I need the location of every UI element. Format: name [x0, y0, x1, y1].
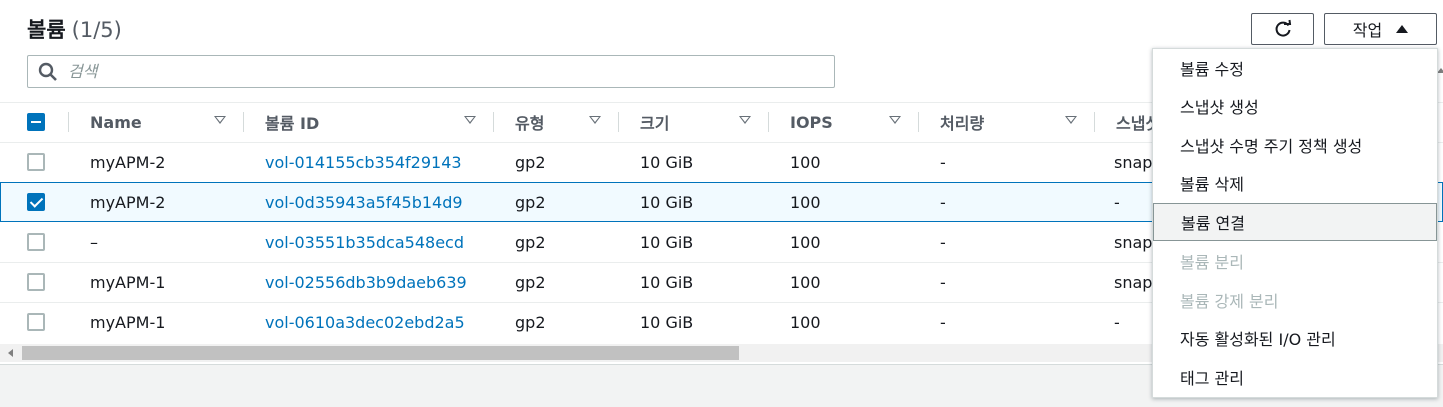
- sort-icon[interactable]: [889, 116, 901, 124]
- column-header-throughput[interactable]: 처리량: [940, 102, 984, 142]
- cell-type: gp2: [515, 312, 546, 332]
- cell-throughput: -: [940, 312, 946, 332]
- row-checkbox[interactable]: [27, 273, 45, 291]
- menu-item-detach-volume: 볼륨 분리: [1180, 253, 1244, 272]
- sort-icon[interactable]: [214, 116, 226, 124]
- cell-iops: 100: [790, 232, 821, 252]
- cell-size: 10 GiB: [640, 192, 694, 212]
- column-separator: [768, 112, 769, 132]
- column-separator: [1094, 112, 1095, 132]
- cell-snapshot: -: [1114, 192, 1120, 212]
- column-separator: [618, 112, 619, 132]
- scrollbar-thumb[interactable]: [22, 346, 739, 360]
- cell-snapshot: snap: [1114, 152, 1153, 172]
- cell-throughput: -: [940, 232, 946, 252]
- scroll-left-arrow-icon[interactable]: [8, 349, 13, 357]
- cell-iops: 100: [790, 272, 821, 292]
- volume-id-link[interactable]: vol-0610a3dec02ebd2a5: [265, 302, 465, 342]
- row-checkbox[interactable]: [27, 313, 45, 331]
- column-separator: [243, 112, 244, 132]
- cell-snapshot: -: [1114, 312, 1120, 332]
- row-checkbox[interactable]: [27, 233, 45, 251]
- cell-name: –: [90, 232, 98, 252]
- column-header-volume-id[interactable]: 볼륨 ID: [265, 102, 319, 142]
- page-title-text: 볼륨: [27, 18, 66, 42]
- cell-size: 10 GiB: [640, 312, 694, 332]
- actions-button-label: 작업: [1352, 21, 1383, 40]
- menu-item-manage-tags[interactable]: 태그 관리: [1153, 358, 1437, 396]
- column-separator: [68, 112, 69, 132]
- menu-item-delete-volume[interactable]: 볼륨 삭제: [1153, 164, 1437, 202]
- sort-icon[interactable]: [1065, 116, 1077, 124]
- cell-name: myAPM-1: [90, 312, 166, 332]
- select-all-checkbox[interactable]: [27, 113, 45, 131]
- cell-type: gp2: [515, 152, 546, 172]
- cell-type: gp2: [515, 272, 546, 292]
- row-checkbox[interactable]: [27, 153, 45, 171]
- menu-item-attach-volume[interactable]: 볼륨 연결: [1153, 203, 1437, 241]
- sort-icon[interactable]: [589, 116, 601, 124]
- column-separator: [493, 112, 494, 132]
- refresh-icon: [1275, 19, 1291, 37]
- cell-name: myAPM-2: [90, 192, 166, 212]
- menu-item-create-snapshot-lifecycle-policy[interactable]: 스냅샷 수명 주기 정책 생성: [1153, 126, 1437, 164]
- cell-size: 10 GiB: [640, 152, 694, 172]
- cell-name: myAPM-2: [90, 152, 166, 172]
- cell-iops: 100: [790, 152, 821, 172]
- cell-snapshot: snap: [1114, 232, 1153, 252]
- menu-item-create-snapshot[interactable]: 스냅샷 생성: [1153, 87, 1437, 125]
- volume-id-link[interactable]: vol-02556db3b9daeb639: [265, 262, 467, 302]
- cell-type: gp2: [515, 192, 546, 212]
- sort-icon[interactable]: [739, 116, 751, 124]
- row-checkbox[interactable]: [27, 193, 45, 211]
- volume-id-link[interactable]: vol-03551b35dca548ecd: [265, 222, 464, 262]
- volume-id-link[interactable]: vol-014155cb354f29143: [265, 142, 462, 182]
- menu-item-force-detach-volume: 볼륨 강제 분리: [1180, 292, 1279, 311]
- menu-item-manage-auto-enabled-io[interactable]: 자동 활성화된 I/O 관리: [1153, 319, 1437, 357]
- cell-iops: 100: [790, 192, 821, 212]
- menu-item-modify-volume[interactable]: 볼륨 수정: [1153, 49, 1437, 87]
- cell-throughput: -: [940, 192, 946, 212]
- volumes-panel: 볼륨(1/5) 작업 Name 볼륨 ID 유형 크기 IOPS 처리량 스냅샷: [0, 0, 1443, 407]
- cell-type: gp2: [515, 232, 546, 252]
- column-header-iops[interactable]: IOPS: [790, 102, 833, 142]
- sort-icon[interactable]: [464, 116, 476, 124]
- actions-dropdown-button[interactable]: 작업: [1324, 13, 1437, 45]
- cell-iops: 100: [790, 312, 821, 332]
- cell-snapshot: snap: [1114, 272, 1153, 292]
- cell-name: myAPM-1: [90, 272, 166, 292]
- cell-size: 10 GiB: [640, 232, 694, 252]
- column-header-type[interactable]: 유형: [515, 102, 544, 142]
- column-separator: [918, 112, 919, 132]
- caret-up-icon: [1396, 25, 1409, 33]
- refresh-button[interactable]: [1251, 13, 1314, 45]
- search-icon: [38, 62, 57, 81]
- column-header-name[interactable]: Name: [90, 102, 142, 142]
- column-header-size[interactable]: 크기: [640, 102, 669, 142]
- search-box: [27, 55, 835, 88]
- selection-count: (1/5): [71, 18, 122, 42]
- actions-menu: 볼륨 수정 스냅샷 생성 스냅샷 수명 주기 정책 생성 볼륨 삭제 볼륨 연결…: [1152, 48, 1438, 398]
- volume-id-link[interactable]: vol-0d35943a5f45b14d9: [265, 182, 463, 222]
- page-title: 볼륨 (1/5): [27, 14, 122, 44]
- cell-throughput: -: [940, 272, 946, 292]
- search-input[interactable]: [66, 61, 770, 82]
- cell-size: 10 GiB: [640, 272, 694, 292]
- cell-throughput: -: [940, 152, 946, 172]
